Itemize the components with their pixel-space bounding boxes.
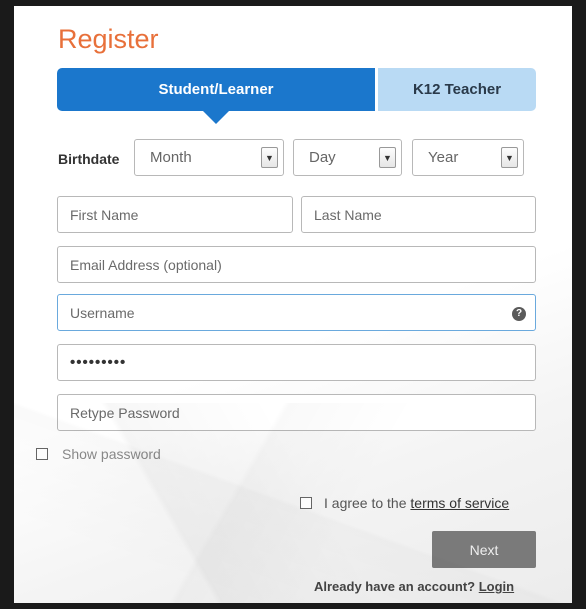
active-tab-caret-icon	[203, 111, 229, 124]
tab-teacher-label: K12 Teacher	[412, 81, 502, 98]
email-field[interactable]	[57, 246, 536, 283]
login-prompt-text: Already have an account?	[314, 579, 479, 594]
month-select[interactable]: Month ▼	[134, 139, 284, 176]
tab-student-label: Student/Learner	[158, 81, 274, 98]
month-select-value: Month	[150, 149, 192, 166]
agree-terms-checkbox[interactable]	[300, 497, 312, 509]
terms-of-service-link[interactable]: terms of service	[410, 495, 509, 511]
agree-terms-prefix: I agree to the	[324, 495, 411, 511]
retype-password-field[interactable]	[57, 394, 536, 431]
page-title: Register	[58, 24, 159, 54]
day-select-value: Day	[309, 149, 336, 166]
show-password-label: Show password	[62, 446, 161, 462]
tab-k12-teacher[interactable]: K12 Teacher	[378, 68, 536, 111]
password-field[interactable]	[57, 344, 536, 381]
birthdate-label: Birthdate	[58, 151, 120, 167]
login-prompt: Already have an account? Login	[314, 579, 514, 594]
day-select[interactable]: Day ▼	[293, 139, 402, 176]
username-field[interactable]	[57, 294, 536, 331]
last-name-field[interactable]	[301, 196, 536, 233]
login-link[interactable]: Login	[479, 579, 514, 594]
chevron-down-icon: ▼	[501, 147, 518, 168]
year-select-value: Year	[428, 149, 459, 166]
register-panel: Register Student/Learner K12 Teacher Bir…	[14, 6, 572, 603]
chevron-down-icon: ▼	[379, 147, 396, 168]
first-name-field[interactable]	[57, 196, 293, 233]
next-button[interactable]: Next	[432, 531, 536, 568]
tab-student-learner[interactable]: Student/Learner	[57, 68, 375, 124]
help-icon[interactable]: ?	[512, 307, 526, 321]
year-select[interactable]: Year ▼	[412, 139, 524, 176]
agree-terms-label: I agree to the terms of service	[324, 495, 509, 511]
chevron-down-icon: ▼	[261, 147, 278, 168]
show-password-checkbox[interactable]	[36, 448, 48, 460]
